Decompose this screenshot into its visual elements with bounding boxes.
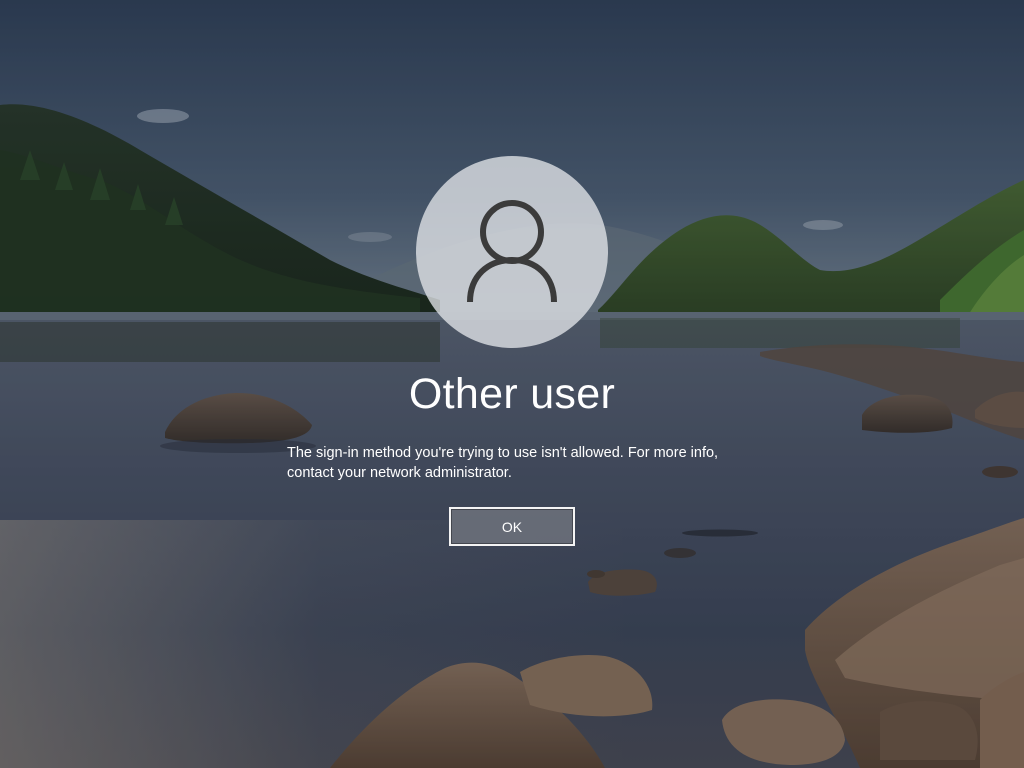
lock-screen: Other user The sign-in method you're try…	[0, 0, 1024, 768]
ok-button[interactable]: OK	[449, 507, 575, 546]
user-name: Other user	[408, 370, 616, 418]
sign-in-error-message: The sign-in method you're trying to use …	[287, 445, 719, 481]
person-icon	[467, 200, 557, 303]
user-avatar	[416, 156, 608, 348]
